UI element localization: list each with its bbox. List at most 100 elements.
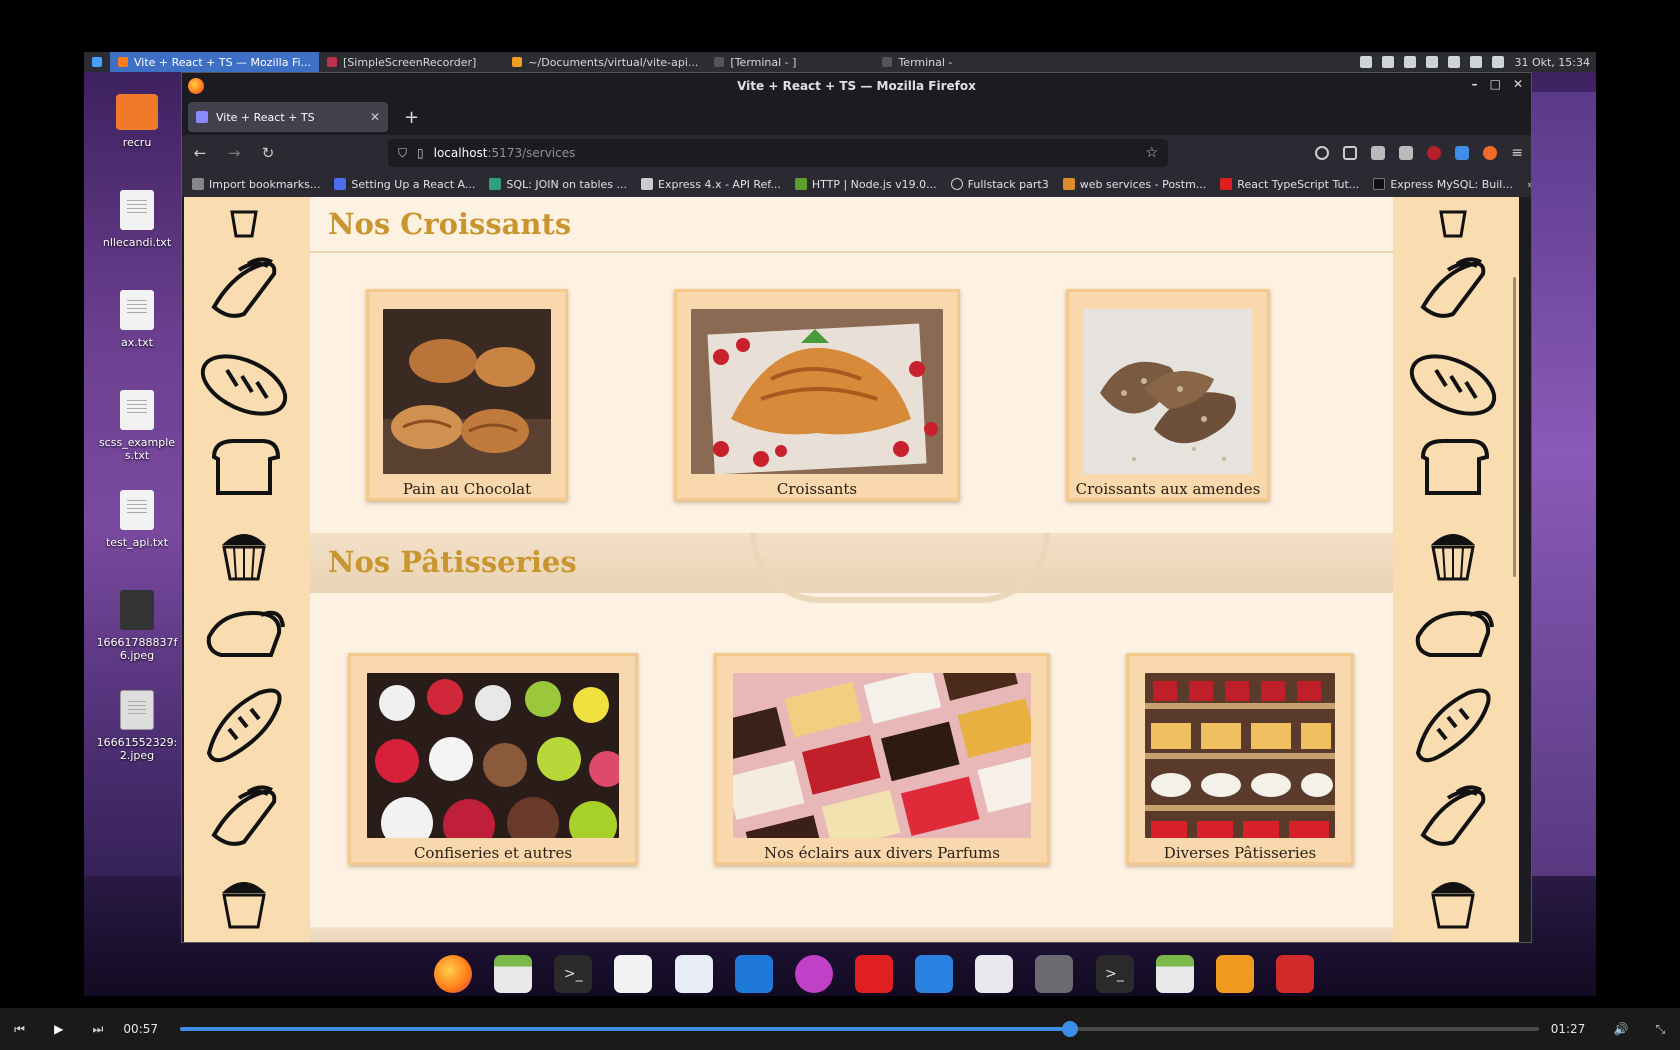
desktop-icon-file[interactable]: test_api.txt [92,490,182,590]
chart-app-icon[interactable] [915,955,954,993]
bookmark-favicon-icon [794,178,807,190]
sublime-text-icon[interactable] [1215,955,1254,993]
terminal-icon[interactable]: >_ [1095,955,1134,993]
seek-handle[interactable] [1062,1021,1079,1037]
music-player-icon[interactable] [794,955,833,993]
youtube-icon[interactable] [854,955,893,993]
skip-forward-icon[interactable]: ⏭ [78,1008,117,1050]
reload-icon[interactable]: ↻ [258,144,278,162]
bookmark-item[interactable]: Express 4.x - API Ref... [641,178,781,191]
desktop-icon-folder[interactable]: recru [92,90,182,190]
task-screen-recorder[interactable]: [SimpleScreenRecorder] [319,52,484,72]
desktop-icon-file[interactable]: scss_examples.txt [92,390,182,490]
file-manager-icon[interactable] [494,955,533,993]
camera-icon[interactable] [1426,56,1439,68]
product-card[interactable]: Pain au Chocolat [366,289,568,501]
extension-icon[interactable] [1455,146,1470,160]
bookmark-item[interactable]: HTTP | Node.js v19.0... [794,178,937,191]
desktop-icon-file[interactable]: ax.txt [92,290,182,390]
minimize-icon[interactable]: – [1472,77,1478,91]
screen-recorder-icon[interactable] [1275,955,1314,993]
task-label: Vite + React + TS — Mozilla Fi... [134,55,312,69]
seek-bar[interactable] [180,1021,1539,1037]
bookmarks-bar: Import bookmarks... Setting Up a React A… [182,171,1531,197]
sublime-icon [512,57,523,67]
task-sublime[interactable]: ~/Documents/virtual/vite-api... [504,52,706,72]
notification-bell-icon[interactable] [1382,56,1395,68]
network-icon[interactable] [1448,56,1461,68]
cupcake-icon [1403,515,1503,591]
menu-icon[interactable]: ≡ [1511,145,1523,161]
back-icon[interactable]: ← [190,144,210,162]
history-icon[interactable] [1315,146,1330,160]
text-editor-icon[interactable] [614,955,653,993]
maximize-icon[interactable]: □ [1490,77,1501,91]
content-column: Nos Croissants Pain au Chocolat Croissan… [310,197,1393,942]
product-card[interactable]: Croissants [674,289,960,501]
section-header: Nos Croissants [310,197,1393,253]
screen-icon[interactable] [734,955,773,993]
url-bar[interactable]: ⛉ ▯ localhost:5173/services ☆ [388,139,1168,167]
bookmark-item[interactable]: Import bookmarks... [192,178,320,191]
terminal-icon[interactable]: >_ [554,955,593,993]
shield-icon[interactable]: ⛉ [398,146,407,161]
folder-icon [116,94,158,130]
share-icon[interactable] [1371,146,1386,160]
desktop-icons: recru nllecandi.txt ax.txt scss_examples… [92,90,182,790]
product-card[interactable]: Nos éclairs aux divers Parfums [714,653,1050,865]
forward-icon[interactable]: → [224,144,244,162]
page-scrollbar[interactable] [1513,277,1516,577]
bookmark-item[interactable]: Fullstack part3 [950,178,1049,191]
bookmark-item[interactable]: React TypeScript Tut... [1220,178,1359,191]
clipboard-icon[interactable] [1360,56,1373,68]
desktop-icon-file[interactable]: 16661552329:2.jpeg [92,690,182,790]
bookmark-item[interactable]: SQL: JOIN on tables ... [489,178,627,191]
close-icon[interactable]: ✕ [1513,77,1523,91]
browser-tab[interactable]: Vite + React + TS ✕ [188,102,388,132]
document-icon[interactable] [674,955,713,993]
new-tab-button[interactable]: + [396,107,427,128]
volume-icon[interactable]: 🔊 [1602,1008,1641,1050]
brave-icon[interactable] [1483,146,1498,160]
volume-icon[interactable] [1492,56,1505,68]
more-bookmarks-button[interactable]: » [1527,178,1531,191]
panel-menu-button[interactable] [84,52,110,72]
task-terminal-2[interactable]: Terminal - [874,52,960,72]
product-card[interactable]: Confiseries et autres [348,653,638,865]
software-store-icon[interactable] [975,955,1014,993]
firefox-icon[interactable] [434,955,472,993]
clock[interactable]: 31 Okt, 15:34 [1514,56,1590,69]
bookmark-star-icon[interactable]: ☆ [1145,145,1158,161]
pain-au-chocolat-photo [383,309,551,474]
bookmark-item[interactable]: Setting Up a React A... [334,178,475,191]
desktop-icon-file[interactable]: 16661788837f6.jpeg [92,590,182,690]
skip-back-icon[interactable]: ⏮ [0,1008,39,1050]
desktop-icon-file[interactable]: nllecandi.txt [92,190,182,290]
url-path: :5173/services [487,146,576,160]
bookmark-item[interactable]: web services - Postm... [1062,178,1206,191]
bread-loaf-icon [194,429,294,505]
play-icon[interactable]: ▶ [39,1008,78,1050]
file-manager-icon[interactable] [1155,955,1194,993]
eclairs-photo [733,673,1031,838]
exit-fullscreen-icon[interactable]: ⤡ [1641,1008,1680,1050]
terminal-icon [714,57,725,67]
trash-icon[interactable] [1035,955,1074,993]
product-card[interactable]: Diverses Pâtisseries [1126,653,1354,865]
desktop-icon-label: scss_examples.txt [98,436,176,462]
window-titlebar[interactable]: Vite + React + TS — Mozilla Firefox – □ … [182,73,1531,99]
task-terminal-1[interactable]: [Terminal - ] [706,52,804,72]
product-card[interactable]: Croissants aux amendes [1066,289,1270,501]
bread-loaf-icon [194,249,294,325]
recorder-icon [327,57,338,67]
bookmark-item[interactable]: Express MySQL: Buil... [1373,178,1513,191]
bookmark-label: SQL: JOIN on tables ... [506,177,628,191]
task-firefox[interactable]: Vite + React + TS — Mozilla Fi... [110,52,320,72]
page-info-icon[interactable]: ▯ [417,146,424,160]
tab-close-icon[interactable]: ✕ [370,110,380,124]
mail-icon[interactable] [1404,56,1417,68]
battery-icon[interactable] [1470,56,1483,68]
tools-icon[interactable] [1399,146,1414,160]
ublock-icon[interactable] [1427,146,1442,160]
pocket-icon[interactable] [1343,146,1358,160]
